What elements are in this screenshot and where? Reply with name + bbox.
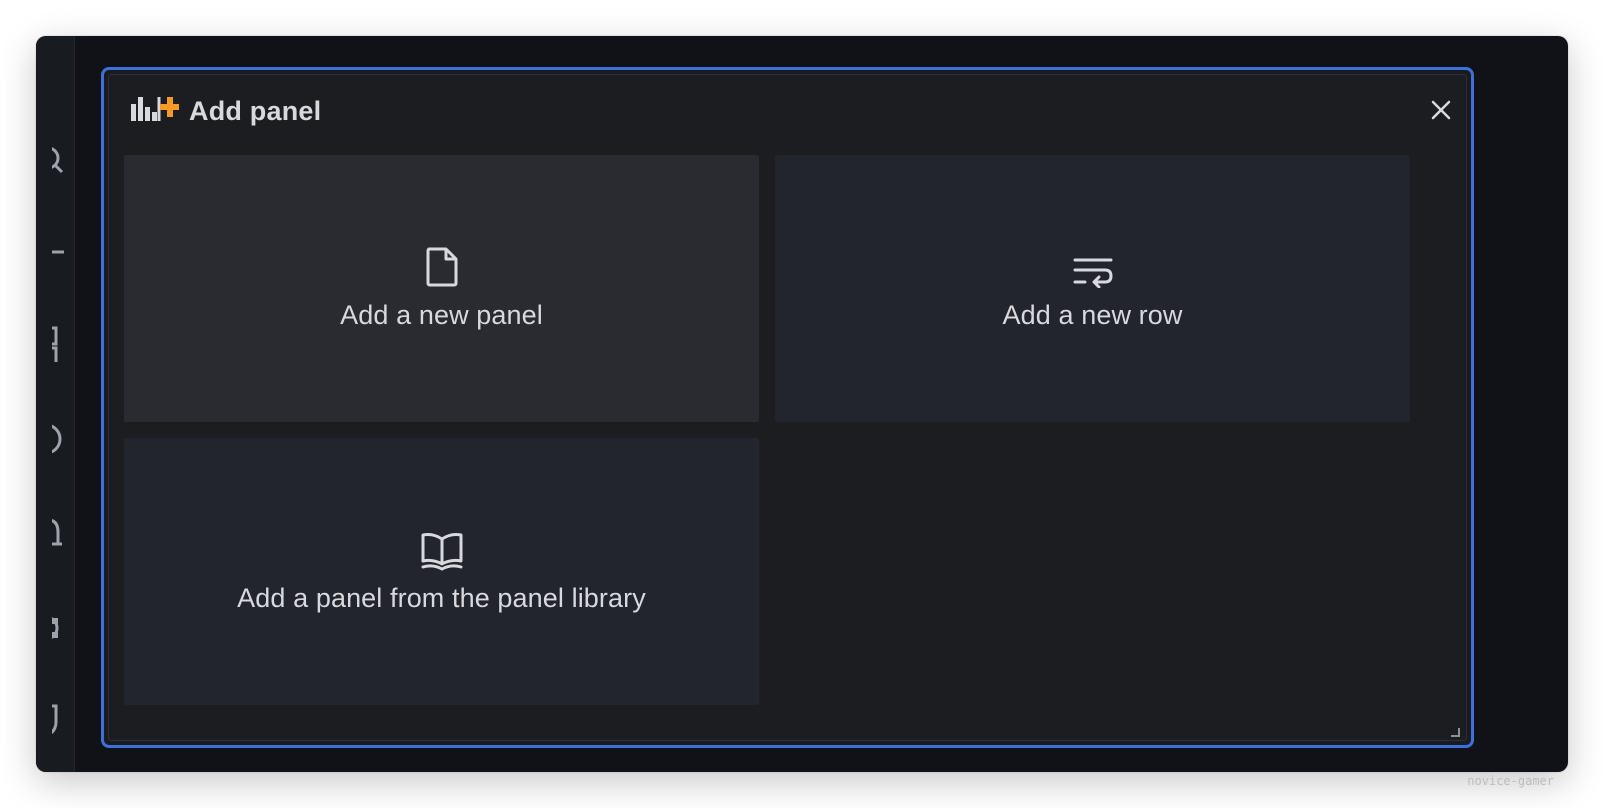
bar-chart-add-icon xyxy=(131,95,180,128)
resize-handle[interactable] xyxy=(1450,724,1460,737)
add-new-row-button[interactable]: Add a new row xyxy=(775,155,1410,422)
add-panel-body: Add panel Add a new panel Add a new row … xyxy=(108,74,1467,741)
watermark: novice-gamer xyxy=(1467,774,1554,788)
card-label: Add a panel from the panel library xyxy=(237,583,646,613)
shield-icon[interactable] xyxy=(52,702,74,738)
cog-icon[interactable] xyxy=(52,610,74,646)
search-icon[interactable] xyxy=(52,142,74,178)
wrap-text-icon xyxy=(1072,246,1114,288)
card-label: Add a new row xyxy=(1002,300,1183,330)
apps-icon[interactable] xyxy=(52,326,74,362)
book-open-icon xyxy=(420,529,464,571)
panel-title: Add panel xyxy=(189,95,322,126)
add-panel-from-library-button[interactable]: Add a panel from the panel library xyxy=(124,438,759,705)
card-label: Add a new panel xyxy=(340,300,543,330)
add-new-panel-button[interactable]: Add a new panel xyxy=(124,155,759,422)
plus-icon[interactable] xyxy=(52,236,74,272)
side-nav xyxy=(36,36,75,772)
bell-icon[interactable] xyxy=(52,516,74,552)
app-window: Add panel Add a new panel Add a new row … xyxy=(36,36,1568,772)
add-panel-widget: Add panel Add a new panel Add a new row … xyxy=(101,67,1474,748)
close-icon xyxy=(1431,100,1451,120)
file-blank-icon xyxy=(425,246,459,288)
close-button[interactable] xyxy=(1428,97,1454,123)
compass-icon[interactable] xyxy=(52,422,74,458)
panel-header: Add panel xyxy=(131,93,321,129)
